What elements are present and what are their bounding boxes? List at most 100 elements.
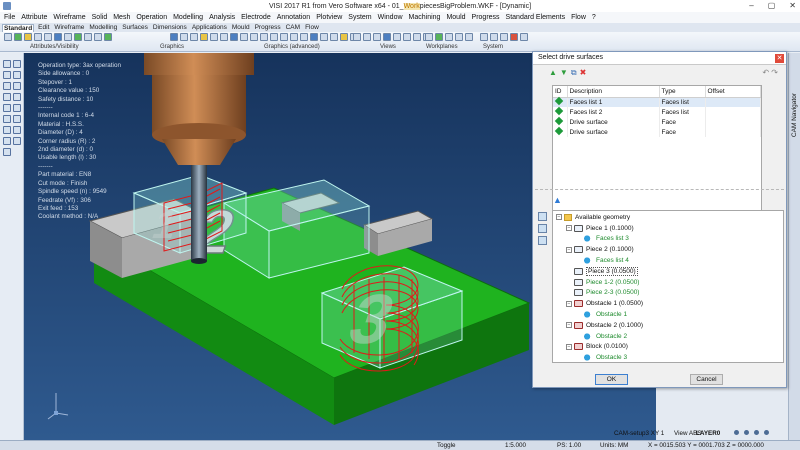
minimize-button[interactable]: –	[749, 0, 753, 12]
expander-icon[interactable]: −	[566, 322, 572, 329]
circle-icon[interactable]	[13, 93, 21, 101]
menu-file[interactable]: File	[4, 14, 15, 21]
close-button[interactable]: ✕	[789, 0, 796, 12]
column-type[interactable]: Type	[659, 86, 706, 98]
column-offset[interactable]: Offset	[705, 86, 761, 98]
tree-node[interactable]: Faces list 4	[553, 255, 783, 266]
menu-plotview[interactable]: Plotview	[316, 14, 342, 21]
menu-standard-elements[interactable]: Standard Elements	[506, 14, 566, 21]
help-icon[interactable]	[520, 33, 528, 41]
duplicate-icon[interactable]: ⧉	[571, 68, 577, 77]
tree-node[interactable]: − Piece 2 (0.1000)	[553, 244, 783, 255]
menu-wireframe[interactable]: Wireframe	[53, 14, 85, 21]
menu-solid[interactable]: Solid	[92, 14, 108, 21]
menu-modelling[interactable]: Modelling	[173, 14, 203, 21]
expander-icon[interactable]: −	[566, 343, 572, 350]
cam-navigator-tab[interactable]: CAM Navigator	[788, 53, 800, 440]
dynamic-icon[interactable]	[330, 33, 338, 41]
menu-progress[interactable]: Progress	[472, 14, 500, 21]
solid-icon[interactable]	[3, 115, 11, 123]
ok-button[interactable]: OK	[595, 374, 628, 385]
tree-node[interactable]: − Obstacle 1 (0.0500)	[553, 298, 783, 309]
tab-flow[interactable]: Flow	[304, 24, 320, 31]
tab-wireframe[interactable]: Wireframe	[53, 24, 85, 31]
perspective-icon[interactable]	[310, 33, 318, 41]
menu-system[interactable]: System	[348, 14, 371, 21]
pan-icon[interactable]	[220, 33, 228, 41]
pick-geometry-icon[interactable]	[538, 224, 547, 233]
options-icon[interactable]	[500, 33, 508, 41]
light-icon[interactable]	[200, 33, 208, 41]
color-icon[interactable]	[34, 33, 42, 41]
tree-node[interactable]: Piece 3 (0.0500)	[553, 266, 783, 277]
tree-node[interactable]: − Piece 1 (0.1000)	[553, 223, 783, 234]
menu-[interactable]: ?	[592, 14, 596, 21]
tree-node[interactable]: − Obstacle 2 (0.1000)	[553, 320, 783, 331]
view-iso-icon[interactable]	[383, 33, 391, 41]
workplane-new-icon[interactable]	[435, 33, 443, 41]
point-icon[interactable]	[3, 82, 11, 90]
view-bottom-icon[interactable]	[413, 33, 421, 41]
tab-progress[interactable]: Progress	[254, 24, 282, 31]
move-up-icon[interactable]: ▲	[549, 68, 557, 77]
mirror-icon[interactable]	[3, 137, 11, 145]
clip-icon[interactable]	[320, 33, 328, 41]
column-description[interactable]: Description	[567, 86, 660, 98]
fit-icon[interactable]	[250, 33, 258, 41]
menu-flow[interactable]: Flow	[571, 14, 586, 21]
expander-icon[interactable]: −	[566, 225, 572, 232]
group-icon[interactable]	[94, 33, 102, 41]
tab-standard[interactable]: Standard	[2, 23, 35, 32]
column-id[interactable]: ID	[553, 86, 568, 98]
scale-icon[interactable]	[13, 137, 21, 145]
zoom-geometry-icon[interactable]	[538, 212, 547, 221]
tab-applications[interactable]: Applications	[191, 24, 228, 31]
transparency-icon[interactable]	[290, 33, 298, 41]
hidden-line-icon[interactable]	[190, 33, 198, 41]
distance-icon[interactable]	[13, 71, 21, 79]
texture-icon[interactable]	[280, 33, 288, 41]
measure-icon[interactable]	[3, 71, 11, 79]
view-front-icon[interactable]	[363, 33, 371, 41]
visibility-icon[interactable]	[14, 33, 22, 41]
move-down-icon[interactable]: ▼	[560, 68, 568, 77]
stop-icon[interactable]	[510, 33, 518, 41]
tab-edit[interactable]: Edit	[37, 24, 50, 31]
render-icon[interactable]	[270, 33, 278, 41]
menu-mould[interactable]: Mould	[446, 14, 465, 21]
undo-redo-icon[interactable]: ↶ ↷	[762, 68, 778, 77]
layer-label[interactable]: LAYER0	[696, 430, 720, 437]
settings-icon[interactable]	[480, 33, 488, 41]
tree-node[interactable]: Faces list 3	[553, 234, 783, 245]
tab-modelling[interactable]: Modelling	[88, 24, 118, 31]
show-icon[interactable]	[64, 33, 72, 41]
table-row[interactable]: Drive surface Face	[553, 116, 761, 127]
view-back-icon[interactable]	[393, 33, 401, 41]
zoom-icon[interactable]	[210, 33, 218, 41]
toggle-label[interactable]: Toggle	[437, 442, 456, 449]
tab-dimensions[interactable]: Dimensions	[152, 24, 188, 31]
attribute-icon[interactable]	[24, 33, 32, 41]
select-arrow-icon[interactable]	[3, 60, 11, 68]
line-style-icon[interactable]	[44, 33, 52, 41]
shield-icon[interactable]	[340, 33, 348, 41]
tab-surfaces[interactable]: Surfaces	[121, 24, 149, 31]
tree-node[interactable]: Piece 2-3 (0.0500)	[553, 288, 783, 299]
workplane-list-icon[interactable]	[455, 33, 463, 41]
remove-icon[interactable]: ✖	[580, 68, 587, 77]
menu-mesh[interactable]: Mesh	[113, 14, 130, 21]
tab-cam[interactable]: CAM	[285, 24, 301, 31]
pane-splitter[interactable]	[535, 189, 784, 192]
view-left-icon[interactable]	[403, 33, 411, 41]
line-icon[interactable]	[13, 82, 21, 90]
hide-icon[interactable]	[54, 33, 62, 41]
spline-icon[interactable]	[3, 104, 11, 112]
filter-icon[interactable]	[84, 33, 92, 41]
view-top-icon[interactable]	[353, 33, 361, 41]
tree-node[interactable]: Piece 1-2 (0.0500)	[553, 277, 783, 288]
menu-window[interactable]: Window	[378, 14, 403, 21]
expander-icon[interactable]: −	[566, 246, 572, 253]
tree-node[interactable]: − Block (0.0100)	[553, 342, 783, 353]
edges-icon[interactable]	[300, 33, 308, 41]
delete-icon[interactable]	[3, 148, 11, 156]
